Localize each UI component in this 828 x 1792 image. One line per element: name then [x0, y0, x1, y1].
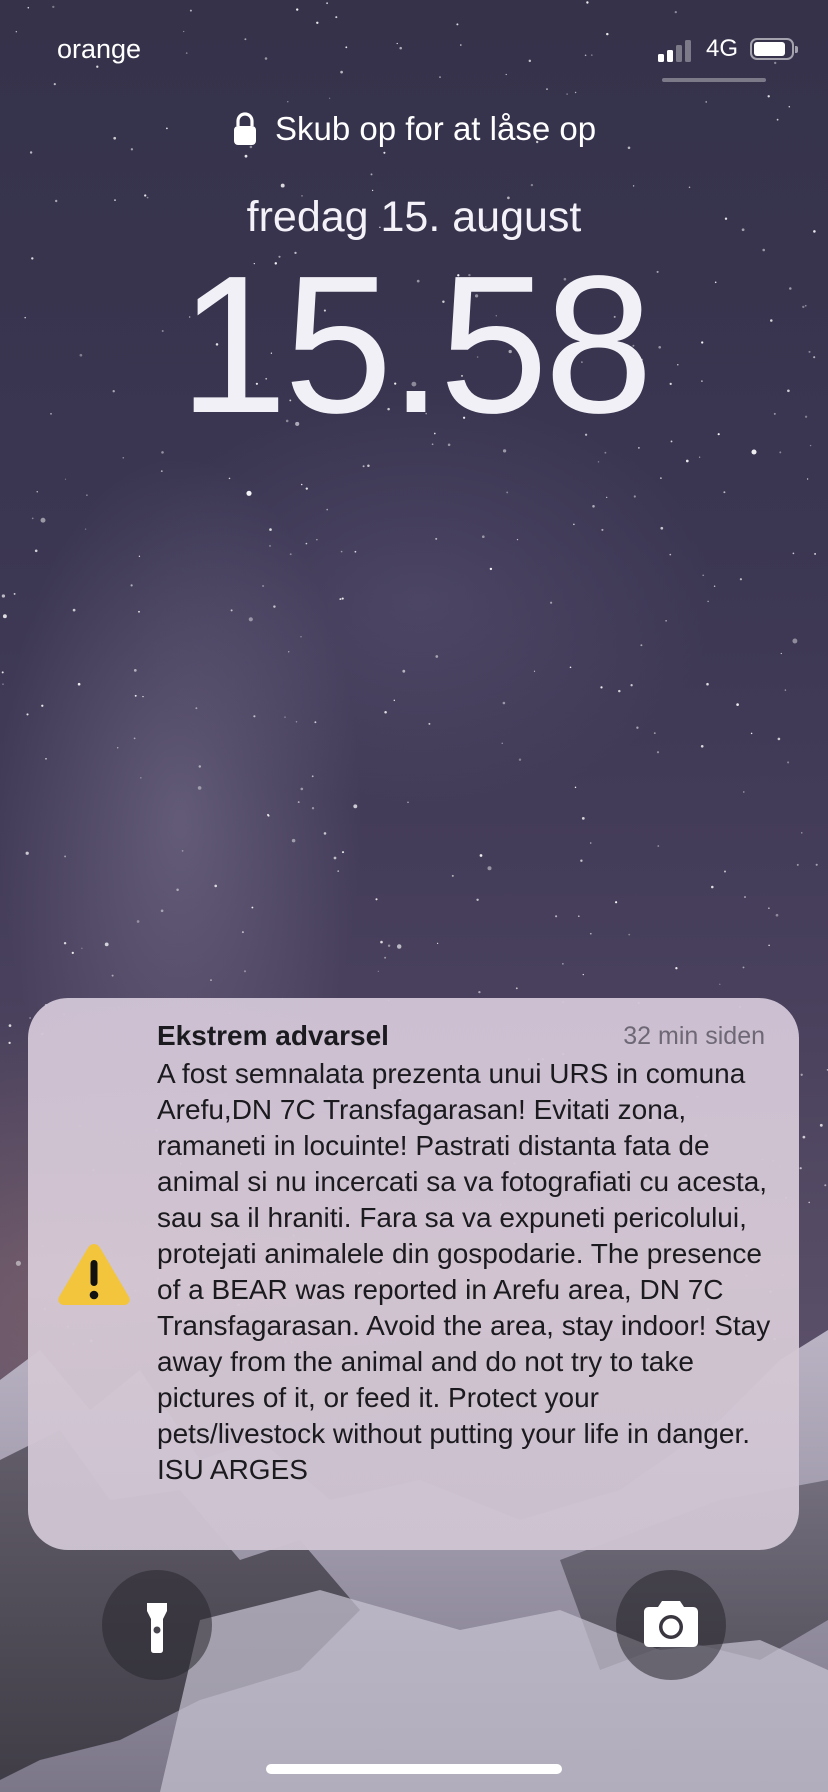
- notification-title: Ekstrem advarsel: [157, 1020, 389, 1051]
- emergency-alert-notification[interactable]: Ekstrem advarsel 32 min siden A fost sem…: [28, 998, 799, 1550]
- unlock-hint-text: Skub op for at låse op: [275, 110, 597, 147]
- notification-timestamp: 32 min siden: [623, 1022, 765, 1050]
- control-center-grabber[interactable]: [662, 78, 766, 82]
- unlock-hint: Skub op for at låse op: [0, 110, 828, 148]
- warning-icon: [58, 1244, 130, 1305]
- camera-icon: [644, 1601, 698, 1647]
- camera-button[interactable]: [616, 1570, 726, 1680]
- status-icons: 4G: [658, 35, 798, 64]
- lock-time: 15.58: [178, 235, 653, 454]
- notification-body: A fost semnalata prezenta unui URS in co…: [157, 1058, 771, 1485]
- lock-icon: [233, 112, 256, 145]
- network-type-label: 4G: [706, 35, 739, 62]
- carrier-label: orange: [57, 34, 142, 64]
- flashlight-icon: [147, 1603, 167, 1653]
- cellular-signal-icon: [658, 40, 694, 62]
- home-indicator[interactable]: [266, 1764, 562, 1774]
- flashlight-button[interactable]: [102, 1570, 212, 1680]
- battery-icon: [750, 38, 798, 60]
